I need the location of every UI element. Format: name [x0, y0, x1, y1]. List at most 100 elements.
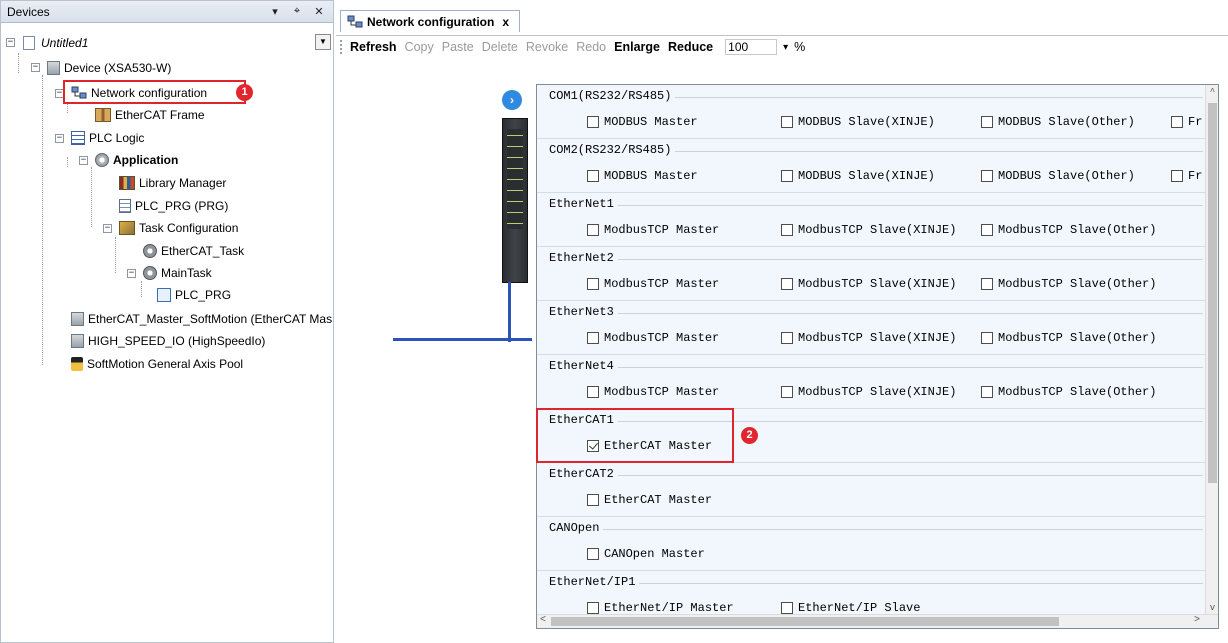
- tree-item-plc-prg[interactable]: PLC_PRG (PRG): [119, 196, 228, 216]
- library-manager-icon: [119, 176, 135, 190]
- protocol-checkbox[interactable]: [981, 332, 993, 344]
- protocol-checkbox[interactable]: [981, 386, 993, 398]
- protocol-option[interactable]: Fr: [1171, 115, 1202, 129]
- protocol-option[interactable]: CANOpen Master: [587, 547, 705, 561]
- protocol-option[interactable]: ModbusTCP Master: [587, 331, 719, 345]
- protocol-checkbox[interactable]: [587, 332, 599, 344]
- collapse-toggle[interactable]: −: [31, 63, 40, 72]
- protocol-option[interactable]: MODBUS Slave(Other): [981, 169, 1135, 183]
- scroll-up-icon[interactable]: ^: [1206, 87, 1218, 97]
- protocol-group-title: EtherNet3: [549, 305, 618, 319]
- protocol-option[interactable]: MODBUS Slave(Other): [981, 115, 1135, 129]
- protocol-checkbox[interactable]: [587, 170, 599, 182]
- delete-button[interactable]: Delete: [482, 40, 518, 54]
- scroll-thumb[interactable]: [551, 617, 1059, 626]
- scroll-right-icon[interactable]: >: [1194, 615, 1200, 626]
- close-icon[interactable]: ✕: [311, 5, 327, 18]
- collapse-toggle[interactable]: −: [127, 269, 136, 278]
- protocol-checkbox[interactable]: [781, 332, 793, 344]
- protocol-option[interactable]: ModbusTCP Master: [587, 385, 719, 399]
- plc-device-image[interactable]: [502, 118, 528, 283]
- protocol-checkbox[interactable]: [981, 224, 993, 236]
- tree-item-library-manager[interactable]: Library Manager: [119, 173, 226, 193]
- tree-item-device[interactable]: Device (XSA530-W): [47, 58, 171, 78]
- protocol-checkbox[interactable]: [587, 602, 599, 614]
- tree-item-axis-pool[interactable]: SoftMotion General Axis Pool: [71, 354, 243, 374]
- protocol-option[interactable]: ModbusTCP Master: [587, 277, 719, 291]
- horizontal-scrollbar[interactable]: < >: [537, 614, 1218, 628]
- protocol-checkbox[interactable]: [587, 548, 599, 560]
- protocol-checkbox[interactable]: [781, 224, 793, 236]
- enlarge-button[interactable]: Enlarge: [614, 40, 660, 54]
- protocol-option[interactable]: Fr: [1171, 169, 1202, 183]
- reduce-button[interactable]: Reduce: [668, 40, 713, 54]
- copy-button[interactable]: Copy: [405, 40, 434, 54]
- protocol-checkbox[interactable]: [781, 116, 793, 128]
- protocol-option[interactable]: EtherNet/IP Master: [587, 601, 734, 615]
- tree-item-ethercat-frame[interactable]: EtherCAT Frame: [95, 105, 205, 125]
- collapse-toggle[interactable]: −: [103, 224, 112, 233]
- protocol-checkbox[interactable]: [781, 278, 793, 290]
- project-dropdown-button[interactable]: ▼: [315, 34, 331, 50]
- protocol-option[interactable]: ModbusTCP Slave(Other): [981, 385, 1156, 399]
- zoom-dropdown-icon[interactable]: ▾: [783, 42, 788, 53]
- tree-item-high-speed-io[interactable]: HIGH_SPEED_IO (HighSpeedIo): [71, 331, 265, 351]
- zoom-input[interactable]: 100: [725, 39, 778, 55]
- tab-close-icon[interactable]: x: [502, 15, 509, 29]
- collapse-toggle[interactable]: −: [55, 134, 64, 143]
- tree-item-application[interactable]: Application: [95, 150, 178, 170]
- protocol-checkbox[interactable]: [587, 278, 599, 290]
- protocol-option[interactable]: MODBUS Slave(XINJE): [781, 169, 935, 183]
- protocol-option[interactable]: ModbusTCP Master: [587, 223, 719, 237]
- protocol-option[interactable]: MODBUS Slave(XINJE): [781, 115, 935, 129]
- scroll-thumb[interactable]: [1208, 103, 1217, 483]
- tree-item-project[interactable]: Untitled1: [23, 33, 88, 53]
- protocol-option[interactable]: MODBUS Master: [587, 115, 698, 129]
- protocol-group: COM1(RS232/RS485) MODBUS Master MODBUS Sla…: [537, 85, 1207, 139]
- toolbar-grip[interactable]: [340, 40, 346, 54]
- protocol-checkbox[interactable]: [981, 278, 993, 290]
- tree-item-main-task[interactable]: MainTask: [143, 263, 212, 283]
- protocol-option[interactable]: ModbusTCP Slave(XINJE): [781, 331, 956, 345]
- paste-button[interactable]: Paste: [442, 40, 474, 54]
- expand-panel-icon[interactable]: ›: [502, 90, 522, 110]
- protocol-group-title-text: CANOpen: [549, 521, 604, 535]
- network-icon: [347, 14, 363, 29]
- protocol-checkbox[interactable]: [781, 170, 793, 182]
- tree-item-ethercat-task[interactable]: EtherCAT_Task: [143, 241, 244, 261]
- protocol-checkbox[interactable]: [587, 116, 599, 128]
- collapse-toggle[interactable]: −: [6, 38, 15, 47]
- protocol-option[interactable]: ModbusTCP Slave(Other): [981, 331, 1156, 345]
- protocol-checkbox[interactable]: [1171, 116, 1183, 128]
- protocol-option[interactable]: EtherNet/IP Slave: [781, 601, 920, 615]
- tree-item-ethercat-master[interactable]: EtherCAT_Master_SoftMotion (EtherCAT Mas: [71, 309, 332, 329]
- protocol-option[interactable]: ModbusTCP Slave(XINJE): [781, 385, 956, 399]
- vertical-scrollbar[interactable]: ^ v: [1205, 85, 1218, 615]
- tree-item-plc-logic[interactable]: PLC Logic: [71, 128, 144, 148]
- protocol-option[interactable]: ModbusTCP Slave(Other): [981, 223, 1156, 237]
- protocol-checkbox[interactable]: [587, 386, 599, 398]
- protocol-option[interactable]: EtherCAT Master: [587, 493, 712, 507]
- protocol-checkbox[interactable]: [781, 602, 793, 614]
- redo-button[interactable]: Redo: [576, 40, 606, 54]
- protocol-checkbox[interactable]: [587, 494, 599, 506]
- protocol-checkbox[interactable]: [981, 116, 993, 128]
- protocol-option[interactable]: ModbusTCP Slave(XINJE): [781, 277, 956, 291]
- collapse-toggle[interactable]: −: [79, 156, 88, 165]
- revoke-button[interactable]: Revoke: [526, 40, 568, 54]
- scroll-down-icon[interactable]: v: [1206, 603, 1218, 613]
- protocol-option[interactable]: ModbusTCP Slave(XINJE): [781, 223, 956, 237]
- panel-menu-icon[interactable]: ▾: [267, 5, 283, 18]
- protocol-checkbox[interactable]: [587, 224, 599, 236]
- protocol-checkbox[interactable]: [1171, 170, 1183, 182]
- protocol-checkbox[interactable]: [781, 386, 793, 398]
- protocol-option[interactable]: MODBUS Master: [587, 169, 698, 183]
- pin-icon[interactable]: ⌖: [289, 5, 305, 18]
- tree-item-task-configuration[interactable]: Task Configuration: [119, 218, 238, 238]
- protocol-checkbox[interactable]: [981, 170, 993, 182]
- tab-network-configuration[interactable]: Network configuration x: [340, 10, 521, 32]
- refresh-button[interactable]: Refresh: [350, 40, 397, 54]
- tree-item-main-task-prg[interactable]: PLC_PRG: [157, 285, 231, 305]
- scroll-left-icon[interactable]: <: [540, 615, 546, 626]
- protocol-option[interactable]: ModbusTCP Slave(Other): [981, 277, 1156, 291]
